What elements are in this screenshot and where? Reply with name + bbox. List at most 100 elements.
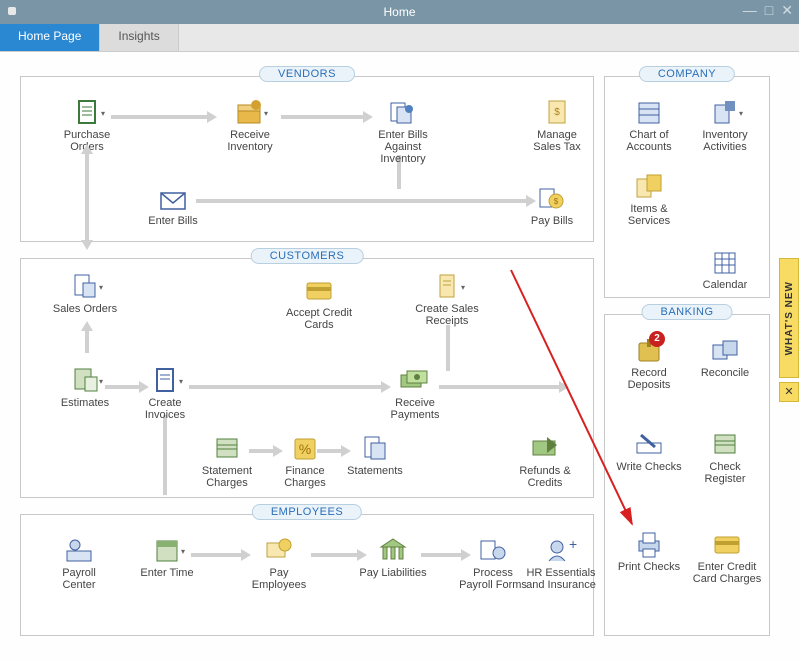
create-invoices[interactable]: ▾ Create Invoices: [131, 367, 199, 421]
refunds-credits[interactable]: Refunds & Credits: [511, 435, 579, 489]
label: Estimates: [51, 397, 119, 409]
person-desk-icon: [63, 537, 95, 565]
enter-credit-card-charges[interactable]: Enter Credit Card Charges: [691, 531, 763, 585]
items-services[interactable]: Items & Services: [615, 173, 683, 227]
sales-orders[interactable]: ▾ Sales Orders: [51, 273, 119, 315]
window-title: Home: [383, 5, 415, 19]
whats-new-tab[interactable]: WHAT'S NEW: [779, 258, 799, 378]
register-icon: [211, 435, 243, 463]
record-deposits[interactable]: 2 Record Deposits: [615, 337, 683, 391]
banking-panel: BANKING 2 Record Deposits Reconcile Writ…: [604, 314, 770, 636]
tab-home-page[interactable]: Home Page: [0, 24, 100, 51]
credit-card-charge-icon: [711, 531, 743, 559]
label: Pay Employees: [245, 567, 313, 591]
arrowhead: [559, 381, 569, 393]
label: Record Deposits: [615, 367, 683, 391]
statements[interactable]: Statements: [341, 435, 409, 477]
svg-text:%: %: [299, 441, 311, 457]
forms-icon: [477, 537, 509, 565]
reconcile[interactable]: Reconcile: [691, 337, 759, 379]
arrow: [281, 115, 363, 119]
enter-time[interactable]: ▾ Enter Time: [133, 537, 201, 579]
label: Inventory Activities: [691, 129, 759, 153]
label: Statements: [341, 465, 409, 477]
titlebar: Home — □ ✕: [0, 0, 799, 24]
pay-icon: $: [536, 185, 568, 213]
arrow: [446, 325, 450, 371]
maximize-button[interactable]: □: [765, 2, 773, 19]
label: Write Checks: [615, 461, 683, 473]
accept-credit-cards[interactable]: Accept Credit Cards: [285, 277, 353, 331]
tabs: Home Page Insights: [0, 24, 799, 52]
statement-icon: [359, 435, 391, 463]
whats-new-close[interactable]: ✕: [779, 382, 799, 402]
statement-charges[interactable]: Statement Charges: [193, 435, 261, 489]
money-icon: [399, 367, 431, 395]
vendors-panel: VENDORS ▾ Purchase Orders ▾ Receive Inve…: [20, 76, 594, 242]
enter-bills[interactable]: Enter Bills: [139, 185, 207, 227]
box-icon: ▾: [234, 99, 266, 127]
receive-payments[interactable]: Receive Payments: [381, 367, 449, 421]
arrowhead: [81, 321, 93, 331]
tab-insights[interactable]: Insights: [100, 24, 178, 51]
arrow: [85, 152, 89, 242]
check-register[interactable]: Check Register: [691, 431, 759, 485]
label: Enter Time: [133, 567, 201, 579]
payroll-center[interactable]: Payroll Center: [45, 537, 113, 591]
manage-sales-tax[interactable]: $ Manage Sales Tax: [523, 99, 591, 153]
credit-card-icon: [303, 277, 335, 305]
label: Process Payroll Forms: [459, 567, 527, 591]
print-checks[interactable]: Print Checks: [615, 531, 683, 573]
label: Reconcile: [691, 367, 759, 379]
calendar-icon: ▾: [151, 537, 183, 565]
label: Enter Credit Card Charges: [691, 561, 763, 585]
invoice-icon: ▾: [149, 367, 181, 395]
pay-liabilities[interactable]: Pay Liabilities: [359, 537, 427, 579]
process-payroll-forms[interactable]: Process Payroll Forms: [459, 537, 527, 591]
label: Payroll Center: [45, 567, 113, 591]
arrow: [311, 553, 357, 557]
arrow: [111, 115, 207, 119]
label: Manage Sales Tax: [523, 129, 591, 153]
hr-essentials[interactable]: + HR Essentials and Insurance: [526, 537, 596, 591]
label: Enter Bills Against Inventory: [369, 129, 437, 165]
receive-inventory[interactable]: ▾ Receive Inventory: [216, 99, 284, 153]
estimates[interactable]: ▾ Estimates: [51, 367, 119, 409]
arrow: [85, 329, 89, 353]
calendar[interactable]: Calendar: [691, 249, 759, 291]
close-button[interactable]: ✕: [781, 2, 793, 19]
arrow: [163, 415, 167, 495]
reconcile-icon: [709, 337, 741, 365]
work-area: VENDORS ▾ Purchase Orders ▾ Receive Inve…: [0, 52, 799, 660]
title-dot: [8, 7, 16, 15]
inventory-activities[interactable]: ▾ Inventory Activities: [691, 99, 759, 153]
label: Receive Payments: [381, 397, 449, 421]
label: Create Invoices: [131, 397, 199, 421]
svg-text:+: +: [569, 537, 577, 552]
create-sales-receipts[interactable]: ▾ Create Sales Receipts: [413, 273, 481, 327]
window-controls: — □ ✕: [743, 2, 793, 19]
write-checks[interactable]: Write Checks: [615, 431, 683, 473]
employees-panel: EMPLOYEES Payroll Center ▾ Enter Time Pa…: [20, 514, 594, 636]
label: Statement Charges: [193, 465, 261, 489]
printer-icon: [633, 531, 665, 559]
label: Finance Charges: [271, 465, 339, 489]
person-plus-icon: +: [545, 537, 577, 565]
chart-of-accounts[interactable]: Chart of Accounts: [615, 99, 683, 153]
company-title: COMPANY: [639, 66, 735, 82]
employees-title: EMPLOYEES: [252, 504, 362, 520]
pay-employees[interactable]: Pay Employees: [245, 537, 313, 591]
pay-bills[interactable]: $ Pay Bills: [518, 185, 586, 227]
minimize-button[interactable]: —: [743, 2, 757, 19]
label: Accept Credit Cards: [285, 307, 353, 331]
arrow: [421, 553, 461, 557]
customers-panel: CUSTOMERS ▾ Sales Orders Accept Credit C…: [20, 258, 594, 498]
arrow: [439, 385, 559, 389]
calculator-icon: ▾: [69, 367, 101, 395]
enter-bills-against-inventory[interactable]: Enter Bills Against Inventory: [369, 99, 437, 165]
tax-icon: $: [541, 99, 573, 127]
label: Check Register: [691, 461, 759, 485]
register-book-icon: [709, 431, 741, 459]
label: Pay Liabilities: [359, 567, 427, 579]
finance-charges[interactable]: % Finance Charges: [271, 435, 339, 489]
